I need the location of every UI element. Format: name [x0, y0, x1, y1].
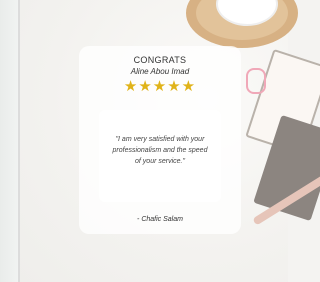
card-title: CONGRATS [133, 55, 187, 65]
testimonial-quote: "I am very satisfied with your professio… [112, 136, 208, 165]
testimonial-card: CONGRATS Aline Abou Imad ★★★★★ "I am ver… [79, 46, 241, 234]
testimonial-author: - Chafic Salam [137, 216, 183, 223]
quote-box: "I am very satisfied with your professio… [99, 110, 221, 202]
paper-clip [246, 68, 266, 94]
recipient-name: Aline Abou Imad [130, 67, 190, 76]
left-image-edge [0, 0, 20, 282]
star-rating: ★★★★★ [123, 77, 197, 95]
